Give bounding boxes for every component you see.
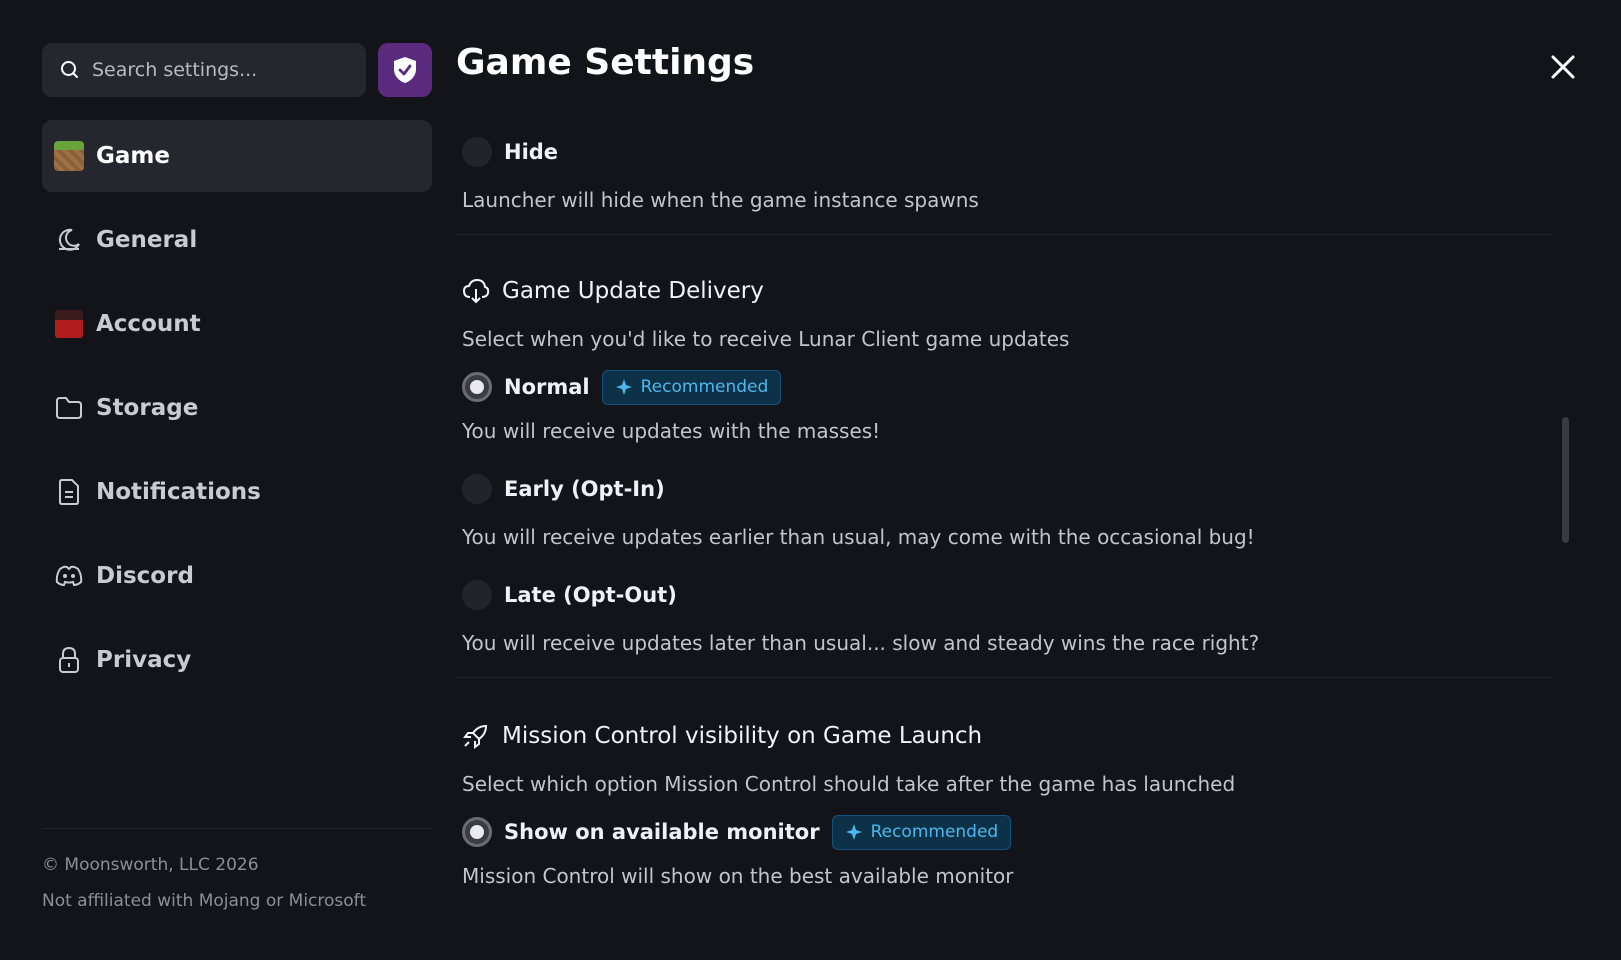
section-divider: [454, 234, 1554, 235]
hide-label: Hide: [504, 140, 559, 164]
badge-label: Recommended: [870, 822, 999, 842]
settings-content: Hide Launcher will hide when the game in…: [454, 120, 1554, 888]
search-input[interactable]: [92, 59, 332, 81]
sidebar-item-label: Storage: [96, 395, 199, 421]
sidebar-item-label: Account: [96, 311, 201, 337]
show-monitor-option: Show on available monitor Recommended: [454, 812, 1554, 852]
search-row: [42, 43, 432, 97]
sparkle-icon: [615, 379, 632, 395]
normal-description: You will receive updates with the masses…: [462, 419, 881, 443]
recommended-badge: Recommended: [601, 369, 782, 405]
normal-radio[interactable]: [462, 372, 492, 402]
grass-block-icon: [54, 141, 84, 171]
sidebar-footer: © Moonsworth, LLC 2026 Not affiliated wi…: [42, 828, 432, 927]
search-box[interactable]: [42, 43, 367, 97]
mission-control-header: Mission Control visibility on Game Launc…: [454, 716, 1554, 756]
sidebar-item-label: Game: [96, 143, 170, 169]
early-description: You will receive updates earlier than us…: [462, 525, 1255, 549]
disclaimer-text: Not affiliated with Mojang or Microsoft: [42, 891, 367, 911]
page-title: Game Settings: [456, 42, 755, 83]
shield-check-icon: [394, 57, 417, 83]
sidebar-item-general[interactable]: General: [42, 204, 432, 276]
hide-option: Hide: [454, 132, 1554, 172]
late-option: Late (Opt-Out): [454, 575, 1554, 615]
sidebar-item-label: Privacy: [96, 647, 192, 673]
close-icon: [1551, 55, 1575, 79]
settings-window: Game General Account: [0, 0, 1621, 960]
sidebar-item-notifications[interactable]: Notifications: [42, 456, 432, 528]
rocket-icon: [462, 722, 490, 750]
sidebar-item-label: Notifications: [96, 479, 261, 505]
search-icon: [61, 61, 78, 78]
lock-icon: [54, 645, 84, 675]
sidebar-item-label: Discord: [96, 563, 194, 589]
sidebar-item-storage[interactable]: Storage: [42, 372, 432, 444]
sidebar-item-discord[interactable]: Discord: [42, 540, 432, 612]
section-subtitle: Select which option Mission Control shou…: [462, 772, 1236, 796]
early-label: Early (Opt-In): [504, 477, 665, 501]
discord-icon: [54, 561, 84, 591]
folder-icon: [54, 393, 84, 423]
section-divider: [454, 677, 1554, 678]
sidebar-item-label: General: [96, 227, 198, 253]
copyright-text: © Moonsworth, LLC 2026: [42, 855, 259, 875]
close-button[interactable]: [1546, 50, 1580, 84]
sidebar: Game General Account: [42, 43, 432, 923]
late-label: Late (Opt-Out): [504, 583, 677, 607]
early-radio[interactable]: [462, 474, 492, 504]
early-option: Early (Opt-In): [454, 469, 1554, 509]
show-monitor-description: Mission Control will show on the best av…: [462, 864, 1014, 888]
late-radio[interactable]: [462, 580, 492, 610]
sidebar-nav: Game General Account Storage Notificatio…: [42, 120, 432, 696]
sidebar-item-game[interactable]: Game: [42, 120, 432, 192]
document-icon: [54, 477, 84, 507]
scrollbar-thumb[interactable]: [1562, 417, 1569, 543]
privacy-shield-button[interactable]: [378, 43, 432, 97]
update-delivery-header: Game Update Delivery: [454, 271, 1554, 311]
main-panel: Game Settings Hide Launcher will hide wh…: [454, 0, 1575, 960]
cloud-download-icon: [462, 277, 490, 305]
normal-option: Normal Recommended: [454, 367, 1554, 407]
moon-icon: [54, 225, 84, 255]
normal-label: Normal: [504, 375, 590, 399]
section-subtitle: Select when you'd like to receive Lunar …: [462, 327, 1070, 351]
show-monitor-radio[interactable]: [462, 817, 492, 847]
sidebar-item-account[interactable]: Account: [42, 288, 432, 360]
avatar-icon: [54, 309, 84, 339]
recommended-badge: Recommended: [831, 814, 1012, 850]
section-title: Mission Control visibility on Game Launc…: [502, 723, 983, 749]
sidebar-item-privacy[interactable]: Privacy: [42, 624, 432, 696]
section-title: Game Update Delivery: [502, 278, 764, 304]
late-description: You will receive updates later than usua…: [462, 631, 1260, 655]
badge-label: Recommended: [640, 377, 769, 397]
hide-description: Launcher will hide when the game instanc…: [462, 188, 979, 212]
sparkle-icon: [845, 824, 862, 840]
show-monitor-label: Show on available monitor: [504, 820, 820, 844]
hide-radio[interactable]: [462, 137, 492, 167]
